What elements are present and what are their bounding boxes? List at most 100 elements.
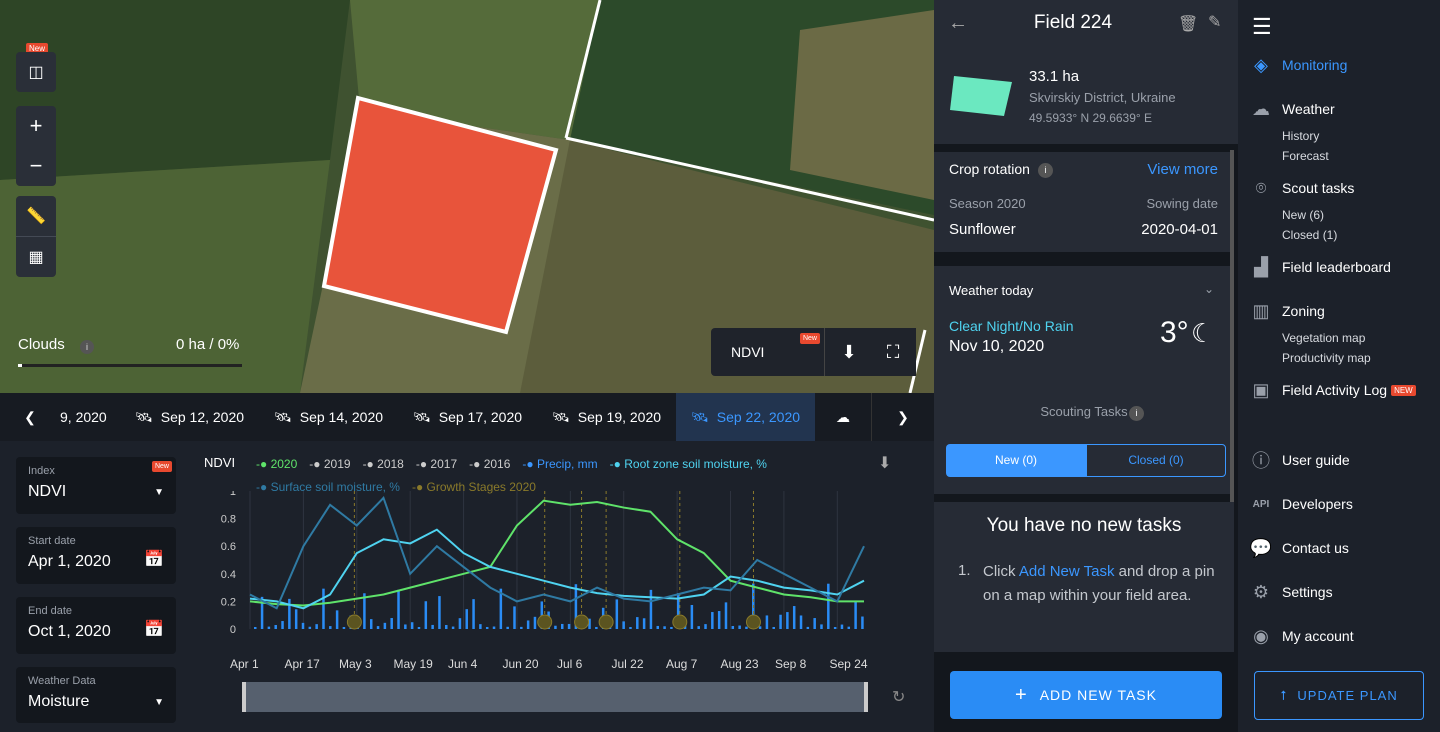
precip-bar (281, 621, 284, 629)
x-tick-label: Apr 17 (284, 657, 320, 671)
weather-condition: Clear Night/No Rain (949, 318, 1074, 334)
fullscreen-icon[interactable]: ⛶ (873, 342, 913, 363)
index-select[interactable]: Index New NDVI ▼ (16, 457, 176, 514)
legend-item[interactable]: -● Precip, mm (522, 453, 597, 476)
precip-bar (820, 624, 823, 629)
date-chip[interactable]: 9, 2020 (60, 393, 120, 441)
weather-card: Weather today ⌄ Clear Night/No Rain Nov … (934, 266, 1234, 388)
weather-data-value: Moisture (28, 693, 90, 710)
precip-bar (513, 606, 516, 629)
legend-item[interactable]: -● 2016 (469, 453, 510, 476)
legend-item[interactable]: -● 2018 (363, 453, 404, 476)
legend-item[interactable]: -● 2019 (309, 453, 350, 476)
legend-item[interactable]: -● Root zone soil moisture, % (610, 453, 767, 476)
map-layers-icon[interactable]: ▦ (16, 237, 56, 277)
precip-bar (663, 626, 666, 629)
update-plan-button[interactable]: ⭡ UPDATE PLAN (1254, 671, 1424, 720)
nav-monitoring[interactable]: ◈ Monitoring (1250, 54, 1347, 76)
tab-closed[interactable]: Closed (0) (1086, 444, 1226, 477)
zoom-out-button[interactable]: − (16, 146, 56, 186)
view-more-link[interactable]: View more (1147, 161, 1218, 178)
ruler-icon[interactable]: 📏 (16, 196, 56, 236)
precip-bar (690, 604, 694, 629)
x-tick-label: Aug 23 (720, 657, 759, 671)
info-icon[interactable]: i (80, 340, 94, 354)
date-chip[interactable]: 🛰 Sep 12, 2020 (120, 393, 259, 441)
tab-new[interactable]: New (0) (946, 444, 1086, 477)
nav-weather[interactable]: ☁ Weather (1250, 98, 1335, 120)
nav-productivity-map[interactable]: Productivity map (1282, 351, 1371, 365)
precip-bar (786, 612, 789, 629)
sowing-value: 2020-04-01 (1141, 221, 1218, 238)
ndvi-chart: NDVI -● 2020 -● 2019 -● 2018 -● 2017 -● 2016… (192, 441, 934, 732)
calendar-icon[interactable]: 📅 (144, 549, 164, 569)
date-chip-selected[interactable]: 🛰 Sep 22, 2020 (676, 393, 815, 441)
nav-vegetation-map[interactable]: Vegetation map (1282, 331, 1365, 345)
precip-bar (526, 620, 530, 629)
precip-bar (485, 626, 489, 629)
nav-contact[interactable]: 💬 Contact us (1250, 537, 1349, 559)
plus-icon: + (1015, 683, 1028, 706)
date-chip[interactable]: 🛰 Sep 14, 2020 (259, 393, 398, 441)
season-label: Season 2020 (949, 196, 1026, 211)
precip-bar (438, 596, 441, 629)
chart-plot[interactable]: 1 0.8 0.6 0.4 0.2 0 (192, 491, 934, 681)
zoom-in-button[interactable]: + (16, 106, 56, 146)
season-value: Sunflower (949, 221, 1016, 238)
cloud-icon[interactable]: ☁ (815, 393, 871, 441)
tasks-empty-state: You have no new tasks 1. Click Add New T… (934, 502, 1234, 652)
map-view[interactable]: New ◫ + − 📏 ▦ Clouds i 0 ha / 0% NDVI Ne… (0, 0, 934, 393)
series-line-root-zone-soil-moisture- (249, 528, 865, 610)
map-tools: 📏 ▦ (16, 196, 56, 277)
download-icon[interactable]: ⬇ (825, 342, 873, 363)
layer-select[interactable]: NDVI New (711, 328, 825, 376)
nav-account[interactable]: ◉ My account (1250, 625, 1353, 647)
chart-title: NDVI (204, 455, 236, 470)
compare-tool[interactable]: ◫ (16, 52, 56, 92)
precip-bar (397, 589, 400, 629)
menu-icon[interactable]: ☰ (1252, 14, 1272, 40)
precip-bar (492, 626, 496, 629)
precip-bar (445, 624, 448, 629)
nav-leaderboard[interactable]: ▟ Field leaderboard (1250, 256, 1391, 278)
chevron-down-icon[interactable]: ⌄ (1204, 282, 1214, 296)
chart-download-icon[interactable]: ⬇ (878, 453, 891, 473)
add-new-task-link[interactable]: Add New Task (1019, 563, 1115, 580)
nav-scout-closed[interactable]: Closed (1) (1282, 228, 1337, 242)
nav-zoning[interactable]: ▥ Zoning (1250, 300, 1324, 322)
split-view-icon[interactable]: ◫ (16, 52, 56, 92)
calendar-icon[interactable]: 📅 (144, 619, 164, 639)
nav-activity-log[interactable]: ▣ Field Activity Log NEW (1250, 379, 1416, 401)
legend-item[interactable]: -● 2020 (256, 453, 297, 476)
info-icon[interactable]: i (1038, 163, 1053, 178)
precip-bar (301, 622, 305, 629)
scrollbar[interactable] (1230, 150, 1234, 502)
scouting-card: Scouting Tasks i New (0) Closed (0) (934, 388, 1234, 494)
delete-icon[interactable]: 🗑 (1178, 14, 1198, 34)
date-chip[interactable]: 🛰 Sep 19, 2020 (537, 393, 676, 441)
date-chip[interactable]: 🛰 Sep 17, 2020 (398, 393, 537, 441)
add-new-task-button[interactable]: + ADD NEW TASK (950, 671, 1222, 719)
satellite-icon: 🛰 (412, 408, 431, 425)
nav-scout-tasks[interactable]: ⌾ Scout tasks (1250, 177, 1355, 199)
legend-item[interactable]: -● 2017 (416, 453, 457, 476)
nav-history[interactable]: History (1282, 129, 1319, 143)
calendar-check-icon: ▣ (1252, 379, 1270, 400)
start-date-field[interactable]: Start date Apr 1, 2020 📅 (16, 527, 176, 584)
sidebar: ☰ ◈ Monitoring ☁ Weather History Forecast … (1238, 0, 1440, 732)
nav-forecast[interactable]: Forecast (1282, 149, 1329, 163)
info-icon[interactable]: i (1129, 406, 1144, 421)
nav-developers[interactable]: API Developers (1250, 493, 1353, 515)
nav-settings[interactable]: ⚙ Settings (1250, 581, 1333, 603)
edit-icon[interactable]: ✎ (1208, 12, 1221, 32)
next-date-button[interactable]: ❯ (871, 393, 934, 441)
clouds-slider[interactable] (18, 364, 242, 367)
reset-icon[interactable]: ↻ (892, 687, 905, 707)
nav-scout-new[interactable]: New (6) (1282, 208, 1324, 222)
growth-stage-marker (346, 614, 362, 630)
end-date-field[interactable]: End date Oct 1, 2020 📅 (16, 597, 176, 654)
nav-user-guide[interactable]: ⓘ User guide (1250, 449, 1350, 471)
weather-data-select[interactable]: Weather Data Moisture ▼ (16, 667, 176, 723)
prev-date-button[interactable]: ❮ (0, 393, 60, 441)
range-slider[interactable] (242, 682, 868, 712)
